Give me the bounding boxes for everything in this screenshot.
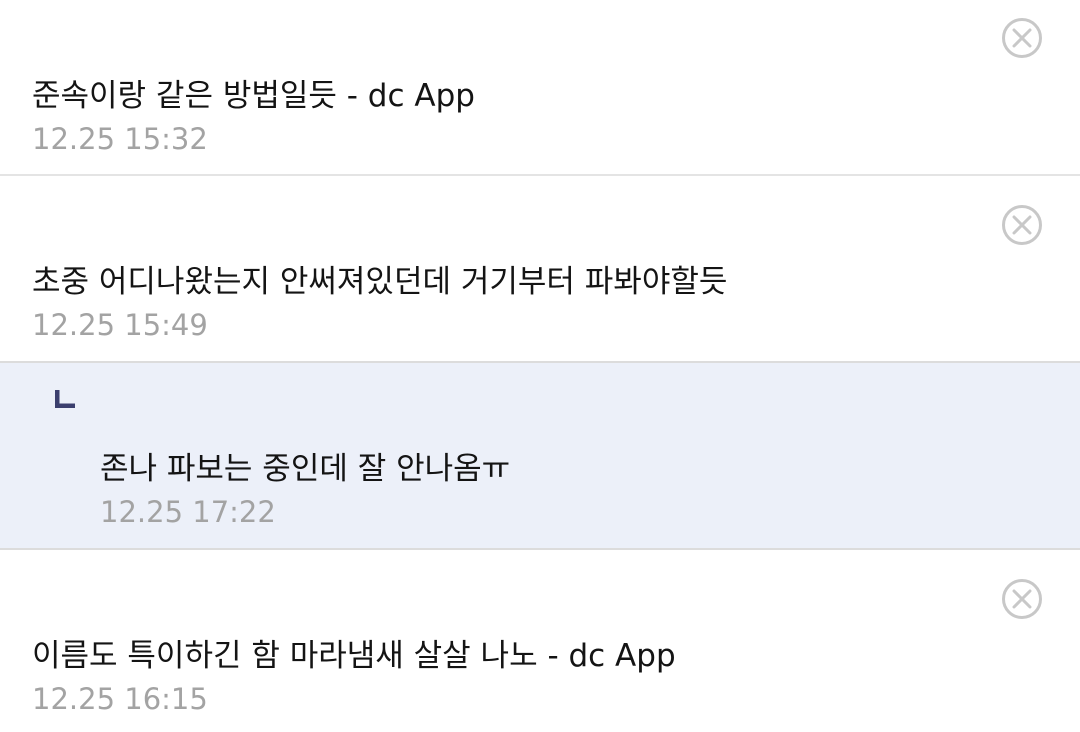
circle-x-icon <box>1002 205 1042 245</box>
comment-item: 이름도 특이하긴 함 마라냄새 살살 나노 - dc App 12.25 16:… <box>0 550 1080 732</box>
comment-text: 준속이랑 같은 방법일듯 - dc App <box>32 78 475 114</box>
comment-item: 초중 어디나왔는지 안써져있던데 거기부터 파봐야할듯 12.25 15:49 <box>0 176 1080 363</box>
comment-text: 초중 어디나왔는지 안써져있던데 거기부터 파봐야할듯 <box>32 264 728 300</box>
comment-text: 이름도 특이하긴 함 마라냄새 살살 나노 - dc App <box>32 638 676 674</box>
comment-timestamp: 12.25 17:22 <box>100 495 276 529</box>
comment-text: 존나 파보는 중인데 잘 안나옴ㅠ <box>100 451 511 487</box>
comment-list: 준속이랑 같은 방법일듯 - dc App 12.25 15:32 초중 어디나… <box>0 0 1080 732</box>
circle-x-icon <box>1002 18 1042 58</box>
delete-comment-button[interactable] <box>1002 18 1042 58</box>
reply-item: 존나 파보는 중인데 잘 안나옴ㅠ 12.25 17:22 <box>0 363 1080 550</box>
circle-x-icon <box>1002 579 1042 619</box>
comment-timestamp: 12.25 16:15 <box>32 682 208 716</box>
comment-timestamp: 12.25 15:32 <box>32 122 208 156</box>
delete-comment-button[interactable] <box>1002 579 1042 619</box>
comment-item: 준속이랑 같은 방법일듯 - dc App 12.25 15:32 <box>0 0 1080 176</box>
reply-arrow-icon <box>55 390 75 408</box>
delete-comment-button[interactable] <box>1002 205 1042 245</box>
comment-timestamp: 12.25 15:49 <box>32 308 208 342</box>
